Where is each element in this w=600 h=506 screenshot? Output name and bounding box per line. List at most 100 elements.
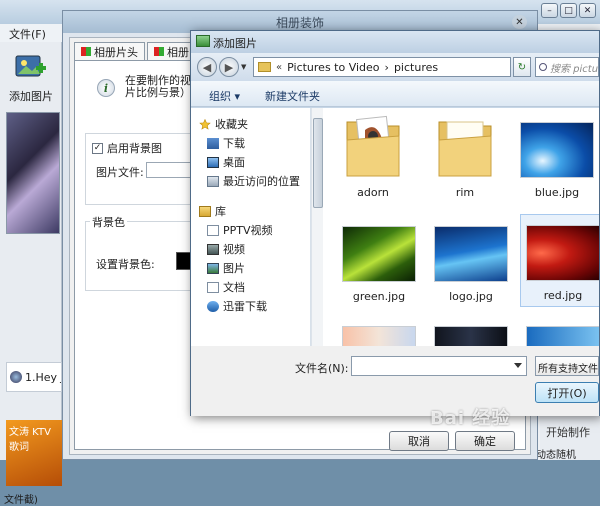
address-bar[interactable]: « Pictures to Video › pictures [253, 57, 511, 77]
tab-label: 相册 [167, 45, 189, 59]
open-dialog-footer: 文件名(N): 所有支持文件 打开(O) [191, 346, 599, 416]
album-dialog-title: 相册装饰 [275, 15, 324, 30]
song-avatar-icon [10, 371, 22, 383]
album-ok-button[interactable]: 确定 [455, 431, 515, 451]
nav-pane-scrollbar[interactable] [311, 108, 323, 346]
breadcrumb-overflow[interactable]: « [276, 62, 282, 73]
file-name: logo.jpg [449, 290, 493, 303]
nav-label: PPTV视频 [223, 224, 273, 237]
file-type-select[interactable]: 所有支持文件 [535, 356, 599, 376]
watermark-logo: Bai 经验 [430, 408, 511, 429]
ktv-ad-banner[interactable]: 文涛 KTV歌词 [6, 420, 62, 486]
tab-album[interactable]: 相册 [147, 42, 196, 60]
image-thumbnail [434, 326, 508, 346]
start-make-button[interactable]: 开始制作 [546, 424, 590, 440]
refresh-button[interactable]: ↻ [513, 57, 531, 77]
history-dropdown-icon[interactable]: ▼ [241, 63, 246, 71]
enable-bg-checkbox[interactable]: ✓ 启用背景图 [92, 140, 162, 156]
menu-file[interactable]: 文件(F) [9, 26, 46, 42]
file-name: adorn [357, 186, 389, 199]
file-item-rim[interactable]: rim [422, 112, 508, 199]
auto-random-option[interactable]: 动态随机 [536, 446, 576, 461]
folder-icon [258, 62, 271, 72]
nav-label: 收藏夹 [215, 118, 248, 131]
file-name: red.jpg [543, 289, 583, 302]
filename-input[interactable] [351, 356, 527, 376]
file-item-blue-jpg[interactable]: blue.jpg [514, 122, 599, 199]
chevron-down-icon[interactable] [514, 363, 522, 368]
open-dialog-navbar: ◀ ▶ ▼ « Pictures to Video › pictures ↻ 搜… [191, 53, 599, 81]
back-arrow-icon: ◀ [202, 60, 212, 74]
search-placeholder: 搜索 picture [550, 63, 599, 75]
breadcrumb-separator: › [384, 60, 389, 74]
minimize-icon: – [547, 5, 552, 16]
info-icon: i [97, 79, 115, 97]
song-list-item[interactable]: 1.Hey Jud [6, 362, 62, 392]
nav-label: 图片 [223, 262, 245, 275]
library-icon [199, 205, 211, 217]
file-item-red-jpg[interactable]: red.jpg [520, 214, 599, 307]
image-thumbnail [526, 326, 599, 346]
add-photo-button[interactable]: 添加图片 [4, 52, 58, 104]
scrollbar-thumb[interactable] [313, 118, 323, 208]
nav-favorites[interactable]: 收藏夹 [199, 116, 248, 132]
nav-label: 最近访问的位置 [223, 175, 300, 188]
maximize-button[interactable]: □ [560, 3, 577, 18]
search-icon [539, 63, 547, 71]
file-item-partial-2[interactable] [428, 326, 514, 346]
nav-label: 桌面 [223, 156, 245, 169]
organize-button[interactable]: 组织 ▾ [209, 88, 240, 104]
file-name: blue.jpg [534, 186, 580, 199]
add-image-file-dialog: 添加图片 ◀ ▶ ▼ « Pictures to Video › picture… [190, 30, 600, 416]
recent-places-icon [207, 175, 219, 187]
enable-bg-label: 启用背景图 [107, 142, 162, 155]
nav-label: 视频 [223, 243, 245, 256]
filename-label: 文件名(N): [295, 362, 349, 375]
open-button[interactable]: 打开(O) [535, 382, 599, 403]
album-tabs: 相册片头 相册 [74, 42, 198, 60]
album-cancel-button[interactable]: 取消 [389, 431, 449, 451]
nav-desktop[interactable]: 桌面 [207, 154, 245, 170]
nav-libraries[interactable]: 库 [199, 203, 226, 219]
image-thumbnail [520, 122, 594, 178]
close-button[interactable]: ✕ [579, 3, 596, 18]
minimize-button[interactable]: – [541, 3, 558, 18]
back-button[interactable]: ◀ [197, 57, 217, 77]
file-item-partial-1[interactable] [336, 326, 422, 346]
forward-arrow-icon: ▶ [224, 60, 234, 74]
command-bar: 组织 ▾ 新建文件夹 [191, 81, 599, 107]
nav-documents[interactable]: 文档 [207, 279, 245, 295]
open-dialog-titlebar: 添加图片 [191, 31, 599, 53]
photo-thumbnail[interactable] [6, 112, 60, 234]
forward-button[interactable]: ▶ [219, 57, 239, 77]
tab-album-intro[interactable]: 相册片头 [74, 42, 145, 60]
nav-videos[interactable]: 视频 [207, 241, 245, 257]
thunder-download-icon [207, 300, 219, 312]
refresh-icon: ↻ [517, 61, 527, 73]
image-thumbnail [342, 326, 416, 346]
file-item-adorn[interactable]: adorn [330, 112, 416, 199]
flag-icon [81, 47, 91, 56]
search-input[interactable]: 搜索 picture [535, 57, 599, 77]
file-name: green.jpg [352, 290, 406, 303]
nav-pptv-video[interactable]: PPTV视频 [207, 222, 273, 238]
bottom-left-label: 文件截) [4, 495, 38, 506]
close-icon: ✕ [583, 5, 592, 16]
video-icon [207, 243, 219, 255]
nav-label: 下载 [223, 137, 245, 150]
album-close-button[interactable]: ✕ [512, 15, 527, 29]
breadcrumb-pictures-to-video[interactable]: Pictures to Video [287, 61, 379, 74]
nav-pictures[interactable]: 图片 [207, 260, 245, 276]
file-item-green-jpg[interactable]: green.jpg [336, 226, 422, 303]
new-folder-button[interactable]: 新建文件夹 [265, 88, 320, 104]
nav-recent-places[interactable]: 最近访问的位置 [207, 173, 300, 189]
file-item-logo-jpg[interactable]: logo.jpg [428, 226, 514, 303]
add-photo-icon [14, 52, 48, 82]
breadcrumb-pictures[interactable]: pictures [394, 61, 438, 74]
nav-downloads[interactable]: 下载 [207, 135, 245, 151]
tab-label: 相册片头 [94, 45, 138, 59]
nav-thunder-downloads[interactable]: 迅雷下载 [207, 298, 267, 314]
file-item-partial-3[interactable] [520, 326, 599, 346]
file-list: adorn rim blue.jpg green.jpg logo.jpg re… [324, 108, 599, 346]
maximize-icon: □ [564, 5, 573, 16]
